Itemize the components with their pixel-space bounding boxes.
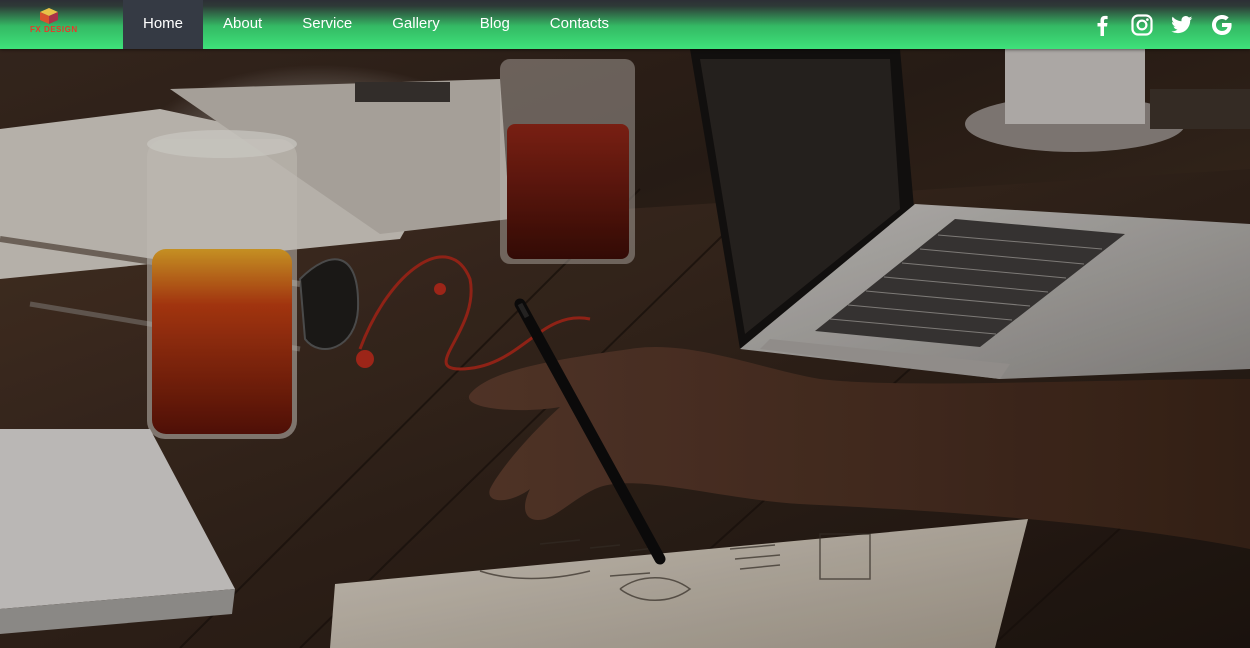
- instagram-icon[interactable]: [1130, 13, 1154, 37]
- social-links: [1090, 0, 1250, 49]
- google-icon[interactable]: [1210, 13, 1234, 37]
- facebook-icon[interactable]: [1090, 13, 1114, 37]
- hero-dim-overlay: [0, 49, 1250, 648]
- nav-blog[interactable]: Blog: [460, 0, 530, 49]
- nav-about[interactable]: About: [203, 0, 282, 49]
- logo-text: FX DESIGN: [30, 25, 78, 34]
- top-navbar: FX DESIGN Home About Service Gallery Blo…: [0, 0, 1250, 49]
- nav-service[interactable]: Service: [282, 0, 372, 49]
- nav-contacts[interactable]: Contacts: [530, 0, 629, 49]
- nav-links: Home About Service Gallery Blog Contacts: [123, 0, 629, 49]
- logo-cube-icon: [40, 8, 58, 24]
- nav-gallery[interactable]: Gallery: [372, 0, 460, 49]
- twitter-icon[interactable]: [1170, 13, 1194, 37]
- brand-logo[interactable]: FX DESIGN: [0, 0, 123, 49]
- nav-home[interactable]: Home: [123, 0, 204, 49]
- hero-image: [0, 49, 1250, 648]
